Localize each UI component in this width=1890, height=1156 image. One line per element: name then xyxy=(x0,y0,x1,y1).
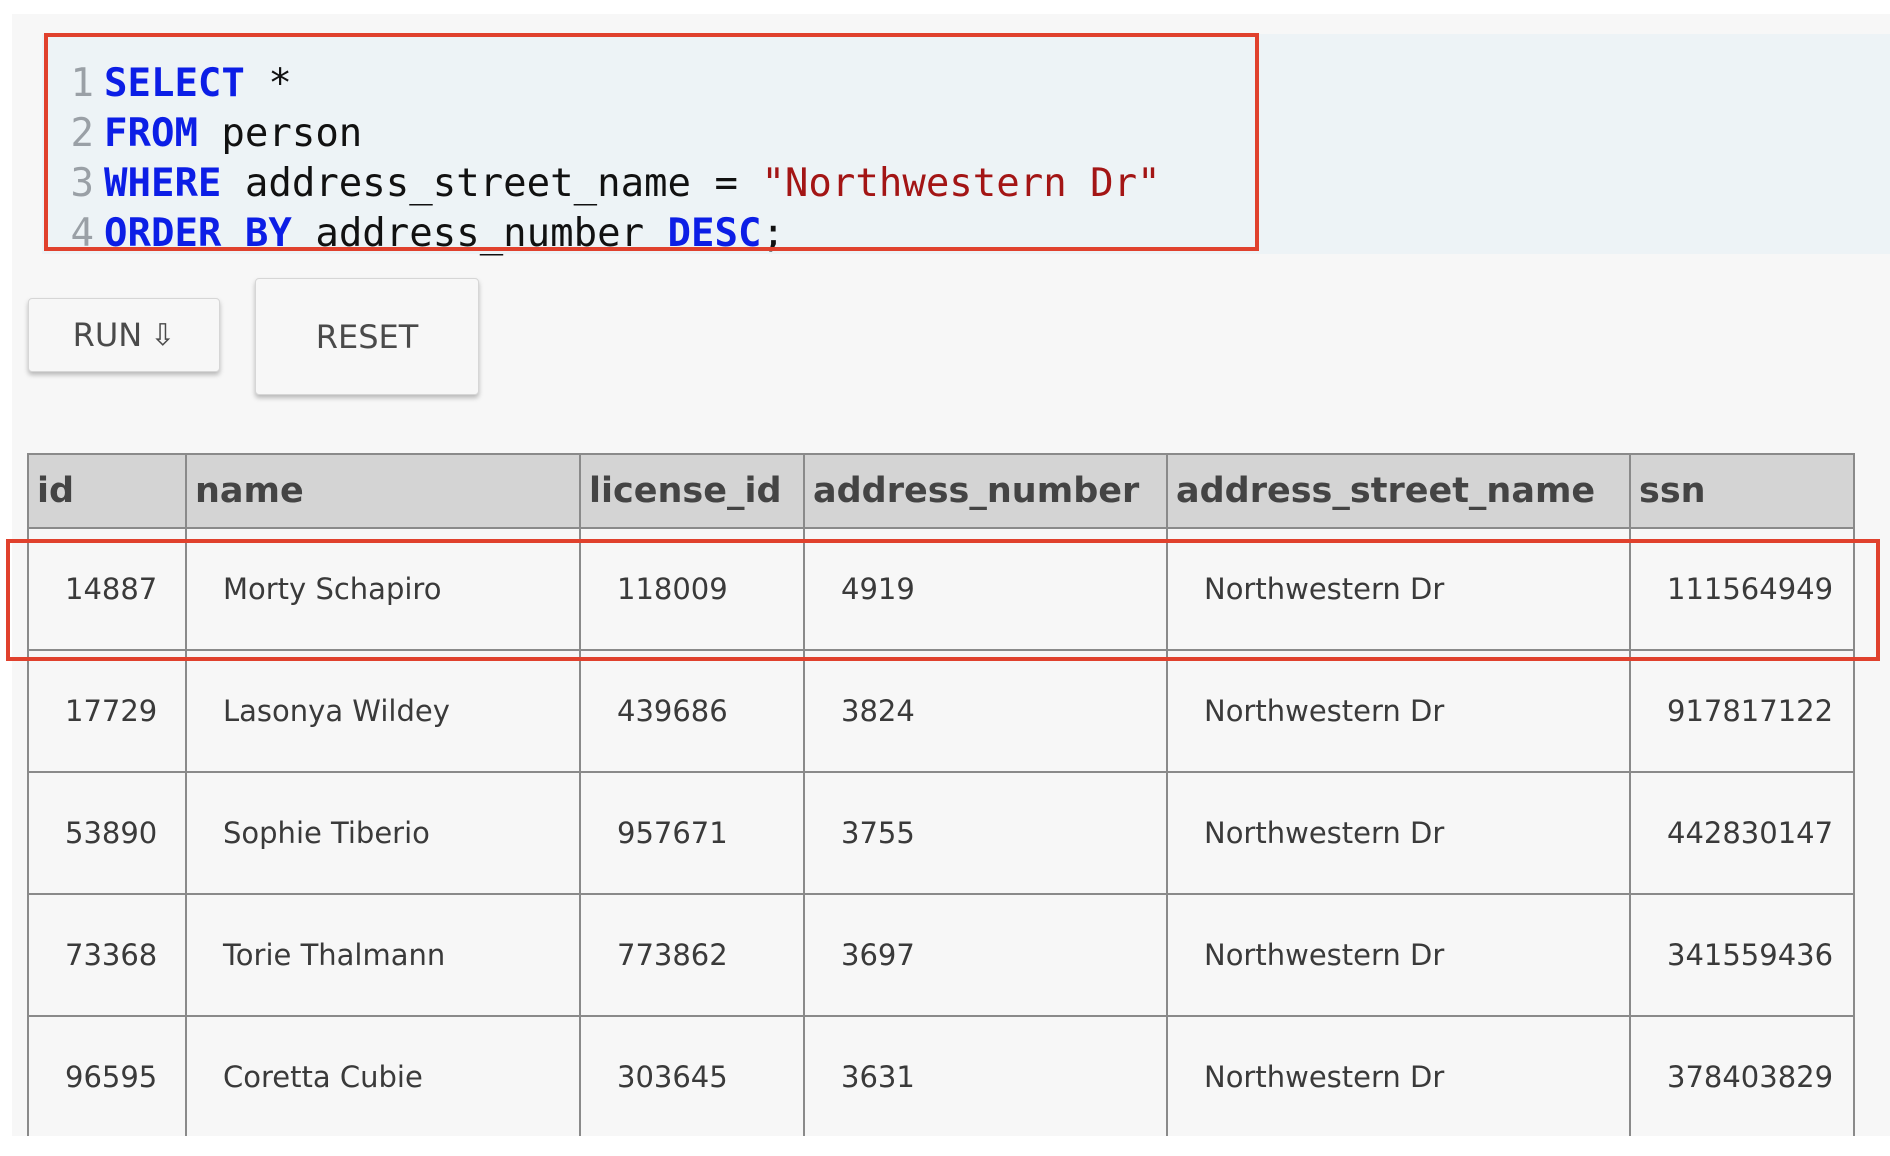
line-number: 4 xyxy=(70,211,94,256)
cell-name: Torie Thalmann xyxy=(185,893,581,1017)
cell-license-id: 773862 xyxy=(579,893,805,1017)
column-header-name: name xyxy=(185,453,581,529)
cell-address-street-name: Northwestern Dr xyxy=(1166,771,1631,895)
cell-address-number: 3824 xyxy=(803,649,1168,773)
cell-ssn: 378403829 xyxy=(1629,1015,1855,1139)
cell-name: Sophie Tiberio xyxy=(185,771,581,895)
column-header-address-street-name: address_street_name xyxy=(1166,453,1631,529)
cell-id: 73368 xyxy=(27,893,187,1017)
cell-license-id: 118009 xyxy=(579,527,805,651)
cell-address-number: 3697 xyxy=(803,893,1168,1017)
page-bottom-margin xyxy=(0,1136,1890,1156)
sql-keyword: DESC xyxy=(667,211,762,256)
sql-keyword: BY xyxy=(244,211,292,256)
cell-address-street-name: Northwestern Dr xyxy=(1166,893,1631,1017)
cell-address-street-name: Northwestern Dr xyxy=(1166,649,1631,773)
column-header-address-number: address_number xyxy=(803,453,1168,529)
cell-name: Morty Schapiro xyxy=(185,527,581,651)
sql-text: ; xyxy=(761,211,785,256)
reset-button[interactable]: RESET xyxy=(255,278,479,395)
sql-keyword: SELECT xyxy=(104,61,245,106)
column-header-license-id: license_id xyxy=(579,453,805,529)
sql-text: person xyxy=(197,111,363,156)
down-arrow-icon: ⇩ xyxy=(150,317,176,353)
sql-text: address_street_name = xyxy=(221,161,762,206)
cell-id: 14887 xyxy=(27,527,187,651)
table-row: 53890 Sophie Tiberio 957671 3755 Northwester… xyxy=(27,771,1855,895)
cell-address-street-name: Northwestern Dr xyxy=(1166,527,1631,651)
cell-license-id: 439686 xyxy=(579,649,805,773)
cell-license-id: 957671 xyxy=(579,771,805,895)
line-number: 2 xyxy=(70,111,94,156)
cell-address-number: 3631 xyxy=(803,1015,1168,1139)
sql-text: address_number xyxy=(291,211,668,256)
sql-text: * xyxy=(244,61,292,106)
cell-ssn: 341559436 xyxy=(1629,893,1855,1017)
code-line[interactable]: ORDER BY address_number DESC; xyxy=(104,209,785,259)
code-line[interactable]: SELECT * xyxy=(104,59,292,109)
cell-name: Coretta Cubie xyxy=(185,1015,581,1139)
cell-ssn: 111564949 xyxy=(1629,527,1855,651)
sql-keyword: WHERE xyxy=(104,161,222,206)
table-row: 14887 Morty Schapiro 118009 4919 Northwester… xyxy=(27,527,1855,651)
code-line[interactable]: WHERE address_street_name = "Northwester… xyxy=(104,159,1161,209)
cell-ssn: 917817122 xyxy=(1629,649,1855,773)
cell-id: 96595 xyxy=(27,1015,187,1139)
cell-license-id: 303645 xyxy=(579,1015,805,1139)
table-header-row: id name license_id address_number addres… xyxy=(27,453,1855,529)
table-row: 73368 Torie Thalmann 773862 3697 Northwester… xyxy=(27,893,1855,1017)
sql-keyword: FROM xyxy=(104,111,198,156)
cell-address-number: 3755 xyxy=(803,771,1168,895)
column-header-ssn: ssn xyxy=(1629,453,1855,529)
cell-id: 53890 xyxy=(27,771,187,895)
cell-ssn: 442830147 xyxy=(1629,771,1855,895)
run-button-label: RUN xyxy=(72,316,143,354)
query-page: 1 2 3 4 SELECT * FROM person WHERE address… xyxy=(6,14,1890,1139)
reset-button-label: RESET xyxy=(315,317,419,356)
cell-address-street-name: Northwestern Dr xyxy=(1166,1015,1631,1139)
cell-address-number: 4919 xyxy=(803,527,1168,651)
results-table: id name license_id address_number addres… xyxy=(27,453,1855,1139)
code-line[interactable]: FROM person xyxy=(104,109,362,159)
table-row: 96595 Coretta Cubie 303645 3631 Northwestern… xyxy=(27,1015,1855,1139)
cell-id: 17729 xyxy=(27,649,187,773)
line-number: 1 xyxy=(70,61,94,106)
line-number: 3 xyxy=(70,161,94,206)
sql-string: "Northwestern Dr" xyxy=(761,161,1161,206)
run-button[interactable]: RUN ⇩ xyxy=(28,298,220,372)
cell-name: Lasonya Wildey xyxy=(185,649,581,773)
table-row: 17729 Lasonya Wildey 439686 3824 Northwester… xyxy=(27,649,1855,773)
sql-keyword: ORDER xyxy=(104,211,222,256)
column-header-id: id xyxy=(27,453,187,529)
table-body: 14887 Morty Schapiro 118009 4919 Northwester… xyxy=(27,527,1855,1139)
